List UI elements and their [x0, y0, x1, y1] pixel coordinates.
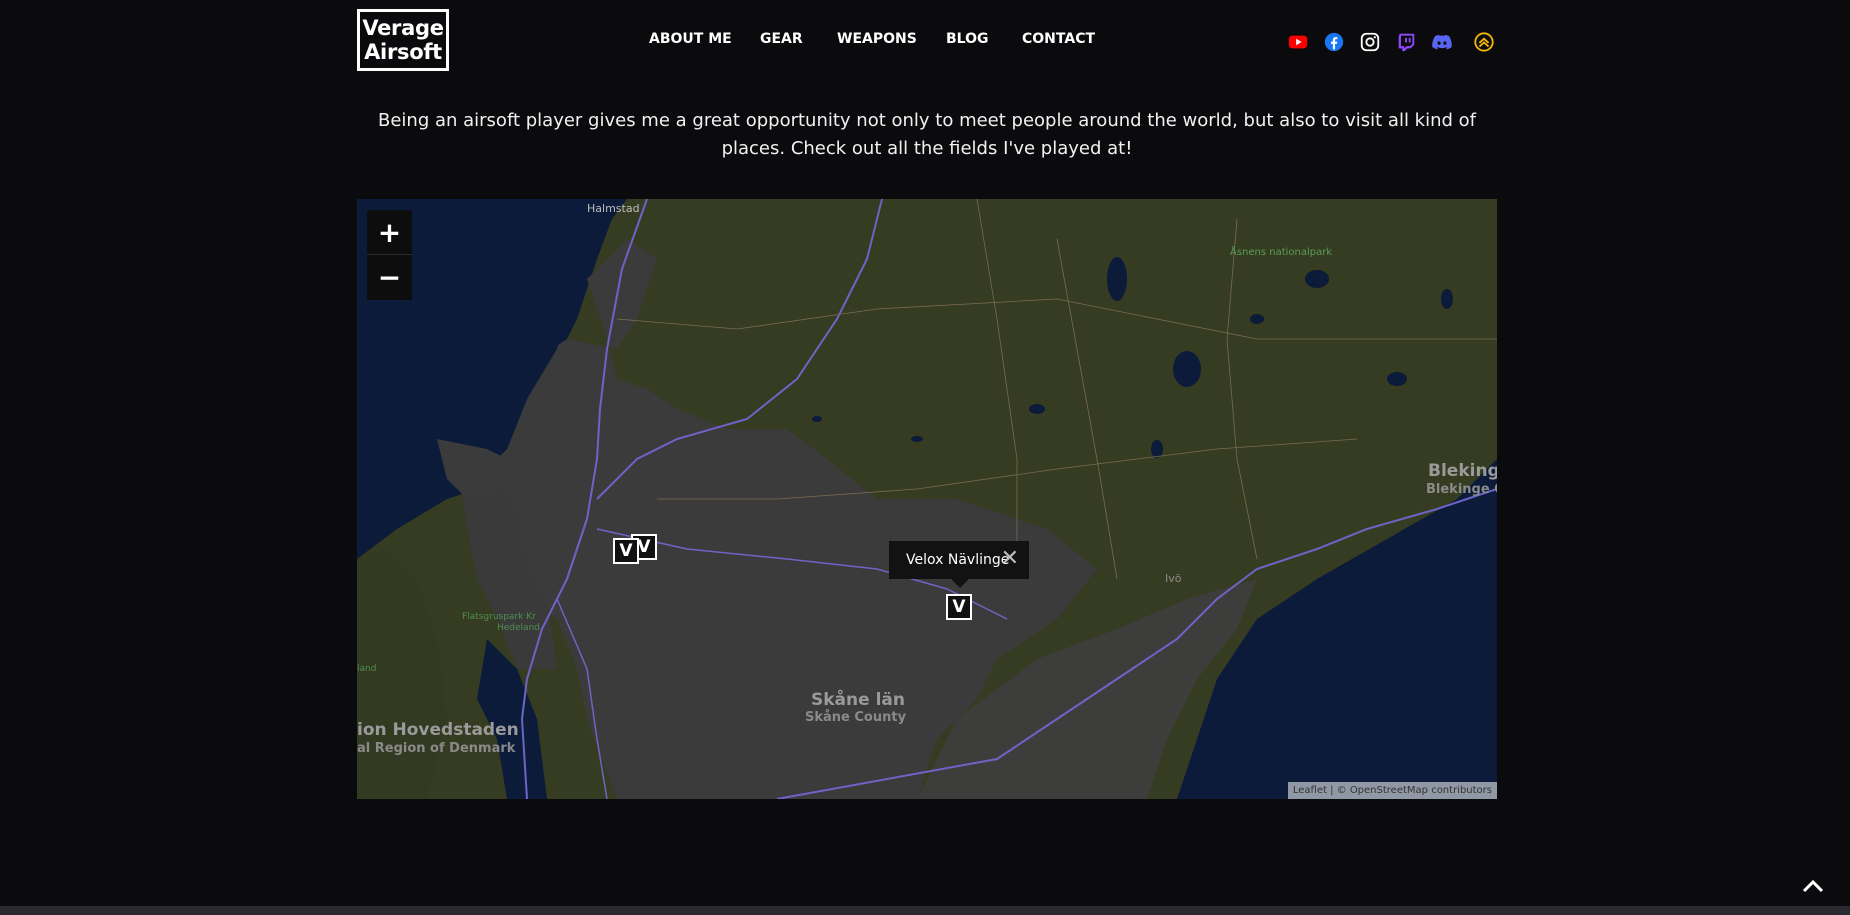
- map-label-hovedstaden: ion Hovedstaden: [357, 720, 519, 740]
- map-label-denmark: al Region of Denmark: [357, 741, 516, 756]
- youtube-icon[interactable]: [1286, 30, 1310, 54]
- popup-tip: [951, 579, 969, 588]
- airsoft-badge-icon[interactable]: [1472, 30, 1496, 54]
- site-logo[interactable]: Verage Airsoft: [357, 9, 449, 71]
- zoom-out-button[interactable]: −: [367, 254, 412, 299]
- intro-text: Being an airsoft player gives me a great…: [377, 110, 1476, 159]
- map-attribution[interactable]: Leaflet | © OpenStreetMap contributors: [1287, 782, 1497, 799]
- popup-close-button[interactable]: ✕: [1001, 547, 1019, 571]
- marker-popup: Velox Nävlinge ✕: [889, 541, 1029, 588]
- nav-weapons[interactable]: WEAPONS: [837, 31, 917, 47]
- map-marker-velox[interactable]: V: [946, 594, 972, 620]
- chevron-up-icon: [1802, 879, 1824, 893]
- nav-blog[interactable]: BLOG: [946, 31, 989, 47]
- zoom-control: + −: [367, 210, 412, 300]
- nav-gear[interactable]: GEAR: [760, 31, 803, 47]
- map-label-park2: Hedeland: [497, 623, 540, 633]
- facebook-icon[interactable]: [1322, 30, 1346, 54]
- popup-text: Velox Nävlinge: [906, 552, 1010, 568]
- zoom-in-button[interactable]: +: [367, 210, 412, 254]
- fields-map[interactable]: Halmstad Åsnens nationalpark Blekinge Bl…: [357, 199, 1497, 799]
- map-label-skane-county: Skåne County: [805, 710, 907, 725]
- logo-line2: Airsoft: [364, 40, 442, 64]
- map-marker[interactable]: V: [613, 538, 639, 564]
- map-label-skane: Skåne län: [811, 690, 905, 710]
- map-label-asnen: Åsnens nationalpark: [1230, 247, 1333, 258]
- map-tiles: [357, 199, 1497, 799]
- map-label-land: land: [357, 664, 377, 674]
- map-label-park: Flatsgruspark Kr: [462, 612, 536, 622]
- nav-contact[interactable]: CONTACT: [1022, 31, 1095, 47]
- footer-bar: [0, 906, 1850, 915]
- discord-icon[interactable]: [1430, 30, 1454, 54]
- map-label-ivo: Ivö: [1165, 572, 1182, 585]
- scroll-top-button[interactable]: [1788, 866, 1838, 906]
- map-label-blekinge-county: Blekinge C: [1426, 482, 1497, 497]
- instagram-icon[interactable]: [1358, 30, 1382, 54]
- twitch-icon[interactable]: [1394, 30, 1418, 54]
- map-label-blekinge: Blekinge: [1428, 461, 1497, 481]
- logo-line1: Verage: [362, 16, 444, 40]
- map-label-halmstad: Halmstad: [587, 202, 640, 215]
- nav-about-me[interactable]: ABOUT ME: [649, 31, 732, 47]
